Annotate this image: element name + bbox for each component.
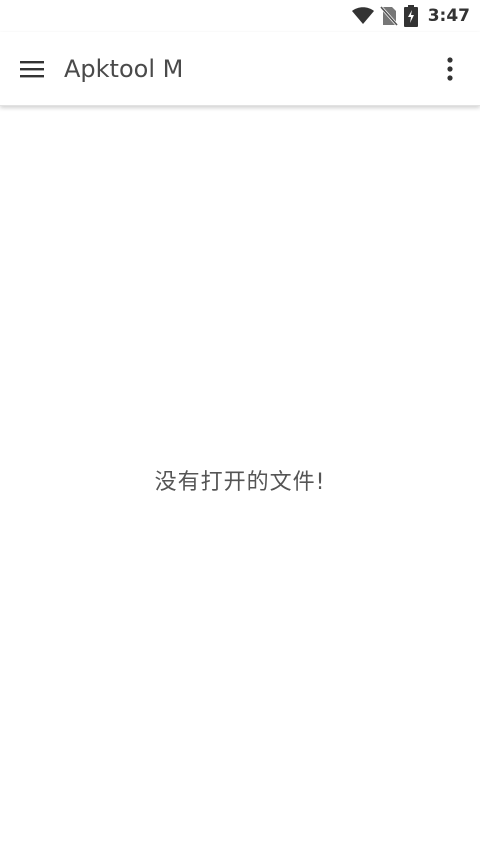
wifi-icon [351, 7, 374, 25]
app-title: Apktool M [64, 54, 184, 83]
empty-state-message: 没有打开的文件! [154, 469, 326, 495]
more-vert-icon [447, 56, 453, 81]
status-bar: 3:47 [0, 0, 480, 32]
no-sim-icon [379, 6, 398, 26]
battery-charging-icon [403, 5, 418, 27]
app-bar: Apktool M [0, 32, 480, 106]
main-content: 没有打开的文件! [0, 106, 480, 853]
status-time: 3:47 [427, 6, 470, 26]
overflow-menu-button[interactable] [420, 32, 480, 106]
navigation-menu-button[interactable] [0, 32, 64, 106]
hamburger-menu-icon [20, 60, 44, 77]
